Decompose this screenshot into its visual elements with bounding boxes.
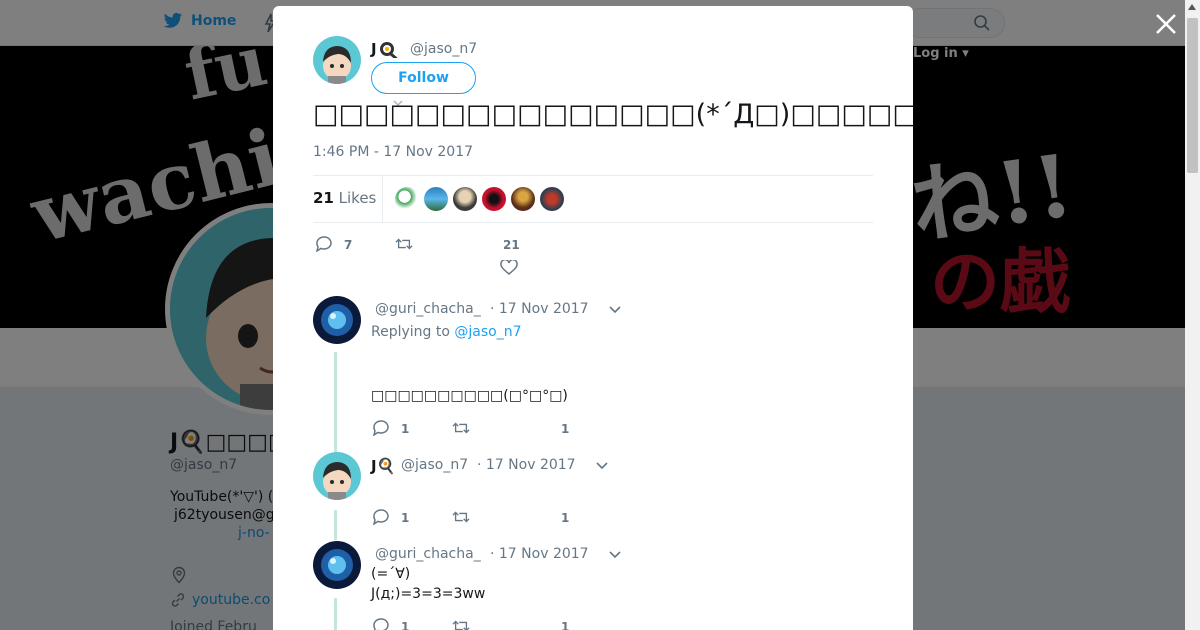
reply-text: □□□□□□□□□□(□°□°□) <box>371 388 568 404</box>
author-handle[interactable]: @jaso_n7 <box>410 41 477 57</box>
stats-divider <box>382 176 383 223</box>
replying-prefix: Replying to <box>371 324 450 340</box>
tweet-modal: J @jaso_n7 Follow □□□□□□□□□□□□□□□(*´Д□)□… <box>273 6 913 630</box>
reply-count: 7 <box>344 238 353 252</box>
reply-count: 1 <box>401 422 410 436</box>
page-scrollbar[interactable] <box>1185 0 1200 630</box>
liker-avatar[interactable] <box>482 187 506 211</box>
liker-avatar[interactable] <box>511 187 535 211</box>
retweet-icon[interactable] <box>452 420 470 436</box>
reply-author-avatar[interactable] <box>313 541 361 589</box>
tweet-stats: 21 Likes <box>313 175 873 223</box>
replying-to-label: Replying to @jaso_n7 <box>371 324 522 340</box>
chevron-down-icon[interactable] <box>609 306 621 314</box>
liker-avatar[interactable] <box>540 187 564 211</box>
frying-pan-emoji-icon <box>379 42 397 58</box>
likes-number: 21 <box>313 189 334 207</box>
avatar-illustration-icon <box>313 296 361 344</box>
liker-avatar[interactable] <box>395 187 419 211</box>
chevron-down-icon[interactable] <box>596 462 608 470</box>
reply-author-handle[interactable]: @jaso_n7 <box>401 457 468 473</box>
reply-author-avatar[interactable] <box>313 296 361 344</box>
like-count[interactable]: 1 <box>561 511 569 525</box>
avatar-illustration-icon <box>313 541 361 589</box>
replying-to-link[interactable]: @jaso_n7 <box>454 324 521 340</box>
tweet-timestamp[interactable]: 1:46 PM - 17 Nov 2017 <box>313 144 473 160</box>
reply-icon[interactable] <box>372 420 390 436</box>
reply-author-name[interactable]: J🍳 <box>371 457 395 475</box>
reply-tweet[interactable]: @guri_chacha_ · 17 Nov 2017 Replying to … <box>313 296 873 446</box>
tweet-text: □□□□□□□□□□□□□□□(*´Д□)□□□□□□□□□□□□□□□□□( … <box>313 99 913 130</box>
chevron-down-icon[interactable] <box>609 551 621 559</box>
like-count[interactable]: 1 <box>561 422 569 436</box>
reply-author-handle[interactable]: @guri_chacha_ <box>375 546 481 562</box>
reply-date[interactable]: · 17 Nov 2017 <box>490 546 589 562</box>
reply-count: 1 <box>401 511 410 525</box>
reply-text-line: (=´∀) <box>371 566 411 582</box>
reply-date[interactable]: · 17 Nov 2017 <box>490 301 589 317</box>
avatar-illustration-icon <box>313 36 361 84</box>
reply-icon[interactable] <box>315 236 333 252</box>
scrollbar-thumb[interactable] <box>1187 18 1198 173</box>
author-name[interactable]: J <box>371 40 399 58</box>
reply-tweet[interactable]: J🍳 @jaso_n7 · 17 Nov 2017 1 1 <box>313 452 873 532</box>
close-icon[interactable] <box>1154 12 1178 36</box>
reply-date[interactable]: · 17 Nov 2017 <box>477 457 576 473</box>
reply-author-avatar[interactable] <box>313 452 361 500</box>
avatar-illustration-icon <box>313 452 361 500</box>
follow-button[interactable]: Follow <box>371 62 476 94</box>
reply-icon[interactable] <box>372 618 390 630</box>
reply-text-line: J(д;)=3=3=3ww <box>371 586 486 602</box>
reply-icon[interactable] <box>372 509 390 525</box>
reply-author-handle[interactable]: @guri_chacha_ <box>375 301 481 317</box>
retweet-icon[interactable] <box>395 236 413 252</box>
reply-count: 1 <box>401 620 410 630</box>
author-avatar[interactable] <box>313 36 361 84</box>
author-name-text: J <box>371 40 377 58</box>
scroll-up-arrow-icon[interactable] <box>1188 4 1196 10</box>
retweet-icon[interactable] <box>452 509 470 525</box>
reply-tweet[interactable]: @guri_chacha_ · 17 Nov 2017 (=´∀) J(д;)=… <box>313 541 873 630</box>
retweet-icon[interactable] <box>452 618 470 630</box>
like-count[interactable]: 1 <box>561 620 569 630</box>
like-count: 21 <box>503 238 520 252</box>
liker-avatar[interactable] <box>424 187 448 211</box>
liker-avatar[interactable] <box>453 187 477 211</box>
likes-stat[interactable]: 21 Likes <box>313 189 376 207</box>
heart-icon[interactable] <box>500 260 518 276</box>
likers-avatars <box>395 187 564 211</box>
likes-label: Likes <box>338 189 377 207</box>
